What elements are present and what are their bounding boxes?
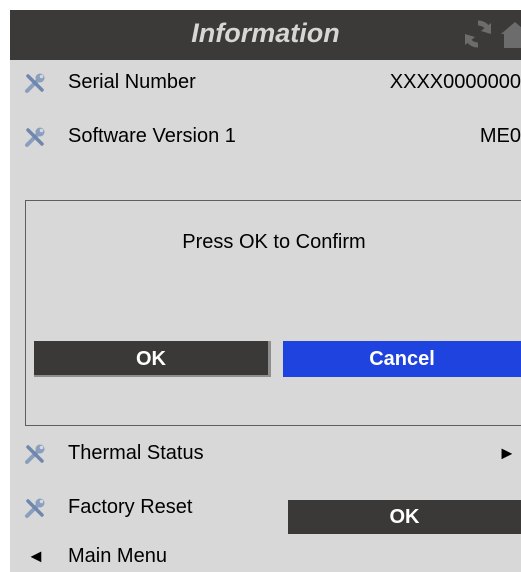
page-title: Information	[191, 18, 340, 48]
chevron-right-icon: ►	[498, 443, 516, 463]
thermal-status-row[interactable]: Thermal Status ►	[10, 431, 521, 475]
dialog-ok-button[interactable]: OK	[34, 341, 271, 377]
tools-icon	[25, 73, 45, 93]
software-version-label: Software Version 1	[68, 125, 236, 147]
dialog-cancel-button[interactable]: Cancel	[283, 341, 521, 377]
tools-icon	[25, 127, 45, 147]
home-icon[interactable]	[501, 22, 521, 48]
serial-number-row[interactable]: Serial Number XXXX0000000	[10, 60, 521, 104]
software-version-value: ME0	[479, 125, 521, 147]
serial-number-value: XXXX0000000	[389, 71, 521, 93]
header-bar: Information	[10, 10, 521, 60]
chevron-left-icon: ◄	[27, 546, 45, 566]
refresh-icon[interactable]	[463, 19, 493, 49]
tools-icon	[25, 498, 45, 518]
main-menu-row[interactable]: ◄ Main Menu	[10, 534, 521, 572]
tools-icon	[25, 444, 45, 464]
main-menu-label: Main Menu	[68, 545, 167, 567]
confirm-message: Press OK to Confirm	[182, 231, 366, 253]
factory-reset-label: Factory Reset	[68, 496, 193, 518]
information-screen: Information Serial Number XXXX0000000 So…	[10, 10, 521, 572]
confirm-dialog: Press OK to Confirm	[25, 200, 521, 426]
serial-number-label: Serial Number	[68, 71, 196, 93]
factory-reset-ok-button[interactable]: OK	[288, 500, 521, 534]
thermal-status-label: Thermal Status	[68, 442, 204, 464]
software-version-row[interactable]: Software Version 1 ME0	[10, 114, 521, 158]
